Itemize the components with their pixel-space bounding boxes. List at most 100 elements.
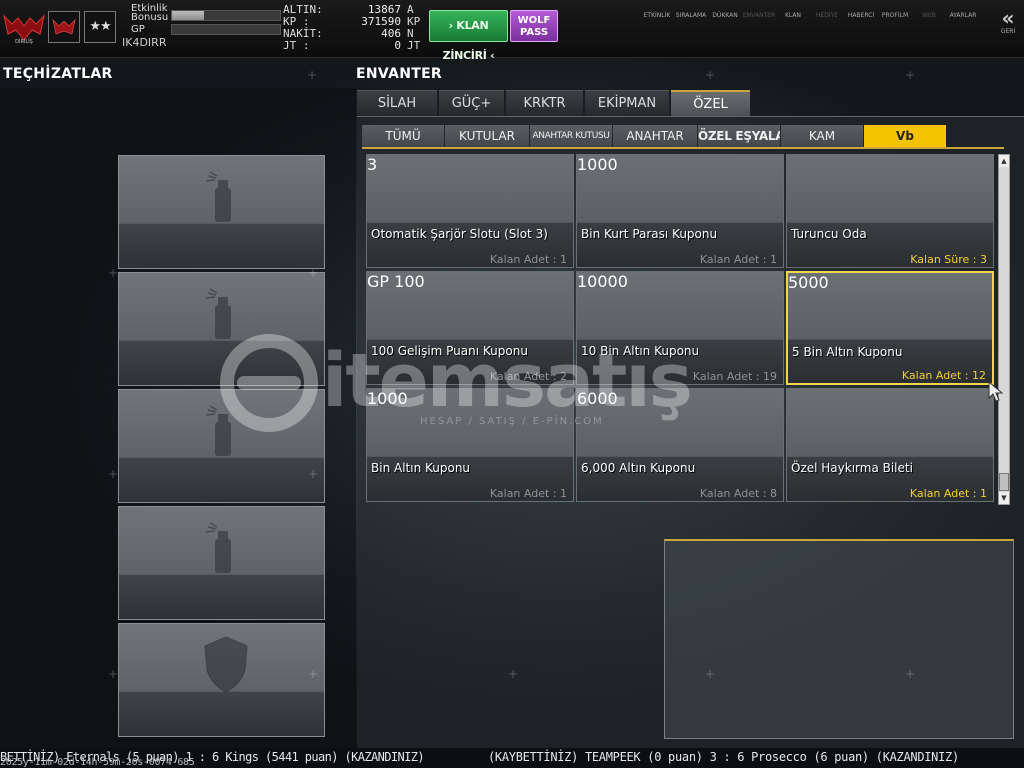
scroll-down-arrow-icon[interactable]: ▼	[999, 492, 1009, 504]
username: IK4DIRR	[122, 36, 167, 49]
svg-text:1000: 1000	[577, 155, 618, 174]
decor-plus-icon: +	[307, 68, 318, 82]
sub-tab-2[interactable]: ANAHTAR KUTUSU	[530, 125, 612, 147]
orange-room-icon	[787, 155, 993, 227]
match-ticker-right: (KAYBETTİNİZ) TEAMPEEK (0 puan) 3 : 6 Pr…	[488, 750, 959, 764]
nav-item-label: WEB	[922, 12, 936, 19]
inventory-main-tabs: SİLAH GÜÇ+ KRKTR EKİPMAN ÖZEL	[357, 90, 752, 116]
nav-item-label: AYARLAR	[949, 12, 977, 19]
clan-chain-button[interactable]: › KLAN ZİNCİRİ ‹	[429, 10, 508, 62]
nav-item-dükkan[interactable]: DÜKKAN	[708, 8, 742, 48]
scroll-up-arrow-icon[interactable]: ▲	[999, 155, 1009, 167]
event-bonus-bar	[171, 10, 281, 21]
svg-text:3: 3	[367, 155, 378, 174]
scroll-thumb[interactable]	[999, 473, 1009, 491]
item-detail-panel	[664, 539, 1014, 739]
item-name: 5 Bin Altın Kuponu	[792, 345, 903, 359]
item-name: Bin Altın Kuponu	[371, 461, 471, 475]
nav-item-label: ETKİNLİK	[643, 12, 671, 19]
main-tab-1[interactable]: GÜÇ+	[439, 90, 504, 116]
sub-tab-1[interactable]: KUTULAR	[445, 125, 529, 147]
decor-plus-icon: +	[308, 667, 319, 681]
sub-tab-5[interactable]: KAM	[781, 125, 863, 147]
decor-plus-icon: +	[308, 266, 319, 280]
sub-tab-3[interactable]: ANAHTAR	[613, 125, 697, 147]
currency-value: 0	[394, 39, 401, 52]
item-name: Otomatik Şarjör Slotu (Slot 3)	[371, 227, 548, 241]
item-name: 6,000 Altın Kuponu	[581, 461, 696, 475]
main-tab-2[interactable]: KRKTR	[506, 90, 583, 116]
nav-item-label: DÜKKAN	[712, 12, 738, 19]
equipment-slot-5[interactable]	[118, 623, 325, 737]
main-tab-4[interactable]: ÖZEL	[671, 90, 750, 116]
currency-label: JT :	[283, 39, 310, 52]
item-card[interactable]: 3 Otomatik Şarjör Slotu (Slot 3) Kalan Ade…	[366, 154, 574, 268]
timestamp-overlay: 2025y-11m-02d-14h-59m-20s-0074-685	[0, 757, 195, 768]
nav-item-profi̇lm[interactable]: PROFİLM	[878, 8, 912, 48]
item-name: Bin Kurt Parası Kuponu	[581, 227, 718, 241]
double-chevron-left-icon: «	[1001, 6, 1015, 30]
item-quantity: Kalan Adet : 1	[909, 487, 987, 500]
main-tab-3[interactable]: EKİPMAN	[585, 90, 669, 116]
equipment-slot-1[interactable]	[118, 155, 325, 269]
gp-label: GP	[131, 24, 145, 35]
svg-text:GP: GP	[367, 272, 390, 291]
currency-value: 406	[381, 27, 401, 40]
decor-plus-icon: +	[705, 667, 716, 681]
rank-stars-icon: ★★	[84, 11, 116, 43]
item-grid-scrollbar[interactable]: ▲ ▼	[998, 154, 1010, 505]
equipment-title: TEÇHİZATLAR	[3, 66, 113, 82]
nav-item-haberci̇[interactable]: HABERCİ	[844, 8, 878, 48]
sub-tab-4[interactable]: ÖZEL EŞYALAR	[698, 125, 780, 147]
watermark-subtext: HESAP / SATIŞ / E-PİN.COM	[420, 416, 604, 427]
back-button[interactable]: « GERİ	[993, 8, 1023, 35]
nav-item-klan[interactable]: KLAN	[776, 8, 810, 48]
inventory-sub-tabs: TÜMÜ KUTULAR ANAHTAR KUTUSU ANAHTAR ÖZEL EŞY…	[362, 125, 947, 147]
currency-unit: JT	[407, 39, 421, 52]
item-card[interactable]: Turuncu Oda Kalan Süre : 3	[786, 154, 994, 268]
item-quantity: Kalan Adet : 8	[699, 487, 777, 500]
decor-plus-icon: +	[108, 467, 119, 481]
shield-icon	[204, 636, 248, 693]
currency-panel: ALTIN: 13867 A KP :371590 KP NAKİT: 406 N JT :0J…	[283, 4, 425, 54]
item-card[interactable]: 1000 Bin Kurt Parası Kuponu Kalan Adet : 1	[576, 154, 784, 268]
nav-item-siralama[interactable]: SIRALAMA	[674, 8, 708, 48]
svg-text:10000: 10000	[577, 272, 628, 291]
item-card[interactable]: 5000 5 Bin Altın Kuponu Kalan Adet : 12	[786, 271, 994, 385]
gold-coin-icon: 5000	[788, 273, 992, 345]
magazine-slot-icon: 3	[367, 155, 573, 227]
nav-item-ayarlar[interactable]: AYARLAR	[946, 8, 980, 48]
item-name: Özel Haykırma Bileti	[791, 461, 913, 475]
spray-can-icon	[206, 522, 231, 573]
sub-tab-6[interactable]: Vb	[864, 125, 946, 147]
nav-item-label: SIRALAMA	[675, 12, 707, 19]
sub-tabs-underline	[362, 147, 1004, 149]
clan-rank-icon	[48, 11, 80, 43]
sub-tab-0[interactable]: TÜMÜ	[362, 125, 444, 147]
decor-plus-icon: +	[508, 667, 519, 681]
gp-bar	[171, 24, 281, 35]
nav-item-hedi̇ye[interactable]: HEDİYE	[810, 8, 844, 48]
nav-item-etki̇nli̇k[interactable]: ETKİNLİK	[640, 8, 674, 48]
nav-item-label: HEDİYE	[815, 12, 839, 19]
event-bonus-label: Etkinlik Bonusu	[131, 3, 169, 23]
silver-coin-icon: 1000	[577, 155, 783, 227]
nav-item-label: HABERCİ	[847, 12, 875, 19]
nav-item-label: KLAN	[784, 12, 801, 19]
nav-item-web[interactable]: WEB	[912, 8, 946, 48]
item-quantity: Kalan Süre : 3	[910, 253, 987, 266]
wolf-pass-label-2: PASS	[519, 27, 549, 38]
equipment-slot-4[interactable]	[118, 506, 325, 620]
svg-text:100: 100	[394, 272, 425, 291]
main-tab-0[interactable]: SİLAH	[357, 90, 437, 116]
decor-plus-icon: +	[108, 667, 119, 681]
svg-text:5000: 5000	[788, 273, 829, 292]
item-card[interactable]: Özel Haykırma Bileti Kalan Adet : 1	[786, 388, 994, 502]
wolf-pass-button[interactable]: WOLF PASS	[510, 10, 558, 42]
inventory-title: ENVANTER	[356, 66, 443, 82]
nav-item-envanter[interactable]: ENVANTER	[742, 8, 776, 48]
mouse-cursor-icon	[988, 381, 1004, 402]
item-quantity: Kalan Adet : 12	[901, 369, 986, 382]
wolf-pass-label-1: WOLF	[517, 15, 551, 26]
item-quantity: Kalan Adet : 1	[489, 253, 567, 266]
